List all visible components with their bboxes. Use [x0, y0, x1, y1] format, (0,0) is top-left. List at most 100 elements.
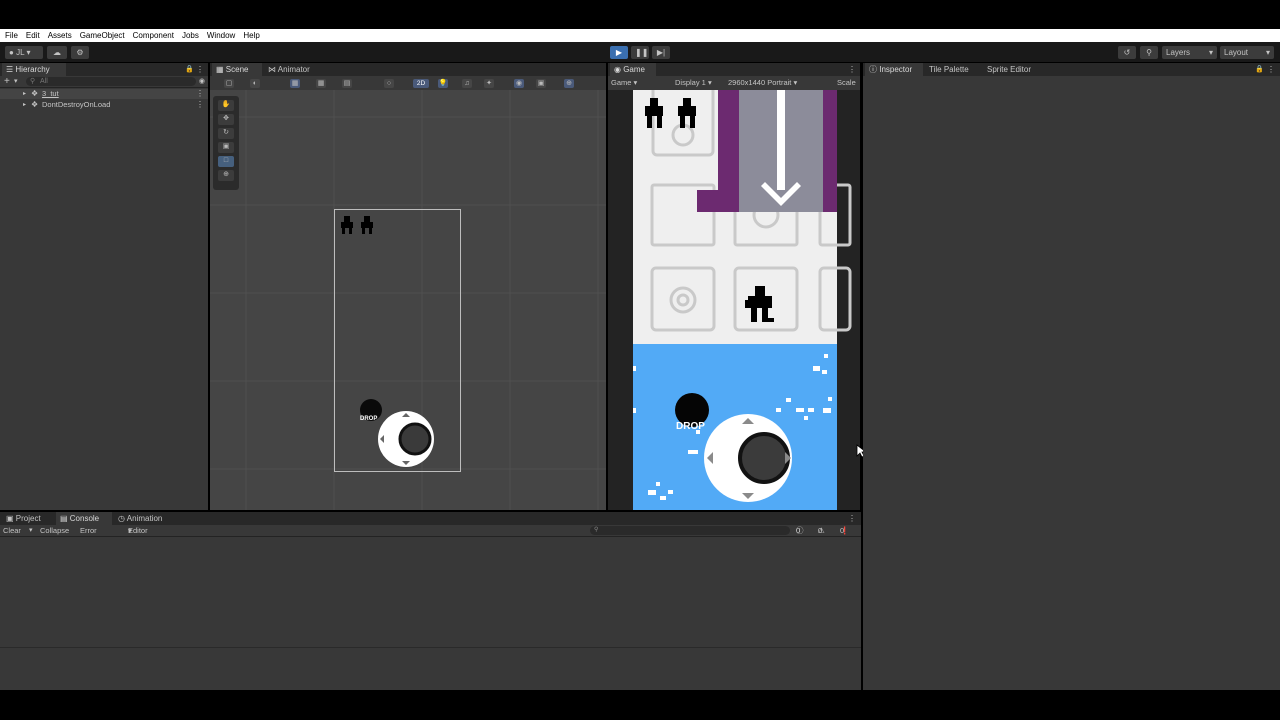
step-button[interactable]: ▶|	[652, 46, 670, 59]
more-icon[interactable]: ⋮	[196, 65, 204, 74]
menu-window[interactable]: Window	[207, 31, 235, 40]
gizmos-icon[interactable]: ⊕	[564, 79, 574, 88]
list-icon: ☰	[6, 65, 16, 74]
camera-icon[interactable]: ▣	[536, 79, 546, 88]
scene-viewport[interactable]: DROP ✋ ✥ ↻ ▣ □ ⊕	[210, 90, 606, 510]
increment-snap-icon[interactable]: ▤	[342, 79, 352, 88]
tab-project[interactable]: ▣ Project	[2, 512, 54, 525]
game-viewport[interactable]: DROP	[608, 90, 860, 510]
menu-component[interactable]: Component	[133, 31, 174, 40]
audio-icon[interactable]: ♫	[462, 79, 472, 88]
animation-icon: ◷	[118, 514, 127, 523]
menu-gameobject[interactable]: GameObject	[80, 31, 125, 40]
expand-arrow-icon[interactable]: ▸	[23, 89, 26, 99]
rotate-tool-icon[interactable]: ↻	[218, 128, 234, 139]
hierarchy-row[interactable]: ▸ ❖ 3_tut ⋮	[0, 89, 208, 99]
play-icon: ▶	[615, 48, 623, 57]
grid-snap-icon[interactable]: ▦	[290, 79, 300, 88]
more-icon[interactable]: ⋮	[196, 89, 204, 99]
tab-console[interactable]: ▤ Console	[56, 512, 112, 525]
chevron-down-icon: ▾	[1265, 48, 1270, 57]
rect-tool-icon[interactable]: □	[218, 156, 234, 167]
gizmo-sphere-icon[interactable]: ◐	[250, 79, 260, 88]
chevron-down-icon[interactable]: ▾	[29, 525, 33, 536]
transform-tool-icon[interactable]: ⊕	[218, 170, 234, 181]
game-render	[633, 90, 852, 510]
move-tool-icon[interactable]: ✥	[218, 114, 234, 125]
game-tabbar: ◉ Game ⋮	[608, 63, 860, 76]
console-icon: ▤	[60, 514, 70, 523]
more-icon[interactable]: ⋮	[1267, 65, 1275, 74]
scene-grid	[210, 90, 606, 510]
scene-tabbar: ▦ Scene ⋈ Animator	[210, 63, 606, 76]
tab-scene[interactable]: ▦ Scene	[212, 63, 262, 76]
undo-history-button[interactable]: ↺	[1118, 46, 1136, 59]
unity-scene-icon: ❖	[31, 89, 39, 98]
console-search-input[interactable]: ⚲	[590, 526, 790, 535]
more-icon[interactable]: ⋮	[848, 514, 856, 523]
pause-icon: ❚❚	[635, 48, 649, 57]
joystick-knob	[738, 432, 790, 484]
menu-jobs[interactable]: Jobs	[182, 31, 199, 40]
menu-edit[interactable]: Edit	[26, 31, 40, 40]
expand-arrow-icon[interactable]: ▸	[23, 100, 26, 110]
history-icon: ↺	[1123, 48, 1131, 57]
more-icon[interactable]: ⋮	[848, 65, 856, 74]
lightbulb-icon[interactable]: 💡	[438, 79, 448, 88]
chevron-down-icon: ▾	[1208, 48, 1213, 57]
account-button[interactable]: ● JL ▾	[5, 46, 43, 59]
tab-animator[interactable]: ⋈ Animator	[264, 63, 324, 76]
search-button[interactable]: ⚲	[1140, 46, 1158, 59]
collab-button[interactable]: ⚙	[71, 46, 89, 59]
grid-icon: ▦	[216, 65, 226, 74]
hierarchy-search-input[interactable]: All	[26, 77, 196, 86]
inspector-tabbar: ⓘ Inspector Tile Palette Sprite Editor 🔒…	[863, 63, 1280, 76]
scene-panel-header: ▦ Scene ⋈ Animator ▢ ◐ ▦ ▦ ▤ ○ 2D 💡 ♫ ✦ …	[210, 63, 606, 90]
2d-mode-button[interactable]: 2D	[413, 79, 429, 88]
scale-slider-label[interactable]: Scale	[837, 76, 856, 89]
game-view-dropdown[interactable]: Game ▾	[611, 76, 637, 89]
console-panel: ▣ Project ▤ Console ◷ Animation ⋮ Clear …	[0, 512, 861, 690]
effects-icon[interactable]: ✦	[484, 79, 494, 88]
lock-icon[interactable]: 🔒	[1255, 65, 1264, 73]
play-button[interactable]: ▶	[610, 46, 628, 59]
scene-visibility-icon[interactable]: ◉	[199, 76, 205, 87]
animator-icon: ⋈	[268, 65, 278, 74]
console-divider	[0, 647, 861, 648]
chevron-down-icon[interactable]: ▾	[14, 76, 18, 87]
display-dropdown[interactable]: Display 1 ▾	[675, 76, 712, 89]
joystick-knob	[398, 422, 432, 456]
scale-tool-icon[interactable]: ▣	[218, 142, 234, 153]
gamepad-icon: ◉	[614, 65, 624, 74]
hierarchy-tabbar: ☰ Hierarchy 🔒 ⋮	[0, 63, 208, 76]
grid-icon[interactable]: ▦	[316, 79, 326, 88]
tab-tile-palette[interactable]: Tile Palette	[925, 63, 979, 76]
tab-inspector[interactable]: ⓘ Inspector	[865, 63, 923, 76]
draw-mode-icon[interactable]: ▢	[224, 79, 234, 88]
tab-game[interactable]: ◉ Game	[610, 63, 656, 76]
more-icon[interactable]: ⋮	[196, 100, 204, 110]
game-panel-header: ◉ Game ⋮ Game ▾ Display 1 ▾ 2960x1440 Po…	[608, 63, 860, 90]
menu-file[interactable]: File	[5, 31, 18, 40]
editor-dropdown[interactable]: Editor ▾	[128, 525, 148, 536]
tab-sprite-editor[interactable]: Sprite Editor	[983, 63, 1043, 76]
layers-dropdown[interactable]: Layers ▾	[1162, 46, 1217, 59]
menu-assets[interactable]: Assets	[48, 31, 72, 40]
console-log-area[interactable]	[0, 537, 861, 647]
hierarchy-search-bar: + ▾ All ⚲ ◉	[0, 76, 208, 88]
tab-animation[interactable]: ◷ Animation	[114, 512, 178, 525]
layout-dropdown[interactable]: Layout ▾	[1220, 46, 1274, 59]
menu-help[interactable]: Help	[243, 31, 259, 40]
hierarchy-row[interactable]: ▸ ❖ DontDestroyOnLoad ⋮	[0, 100, 208, 110]
drop-label: DROP	[676, 421, 705, 432]
lighting-sphere-icon[interactable]: ○	[384, 79, 394, 88]
scene-item-label: DontDestroyOnLoad	[42, 100, 111, 109]
visibility-icon[interactable]: ◉	[514, 79, 524, 88]
lock-icon[interactable]: 🔒	[185, 65, 194, 73]
cloud-button[interactable]: ☁	[47, 46, 67, 59]
hand-tool-icon[interactable]: ✋	[218, 100, 234, 111]
pause-button[interactable]: ❚❚	[631, 46, 649, 59]
resolution-dropdown[interactable]: 2960x1440 Portrait ▾	[728, 76, 797, 89]
tab-hierarchy[interactable]: ☰ Hierarchy	[2, 63, 66, 76]
add-icon[interactable]: +	[4, 76, 10, 87]
